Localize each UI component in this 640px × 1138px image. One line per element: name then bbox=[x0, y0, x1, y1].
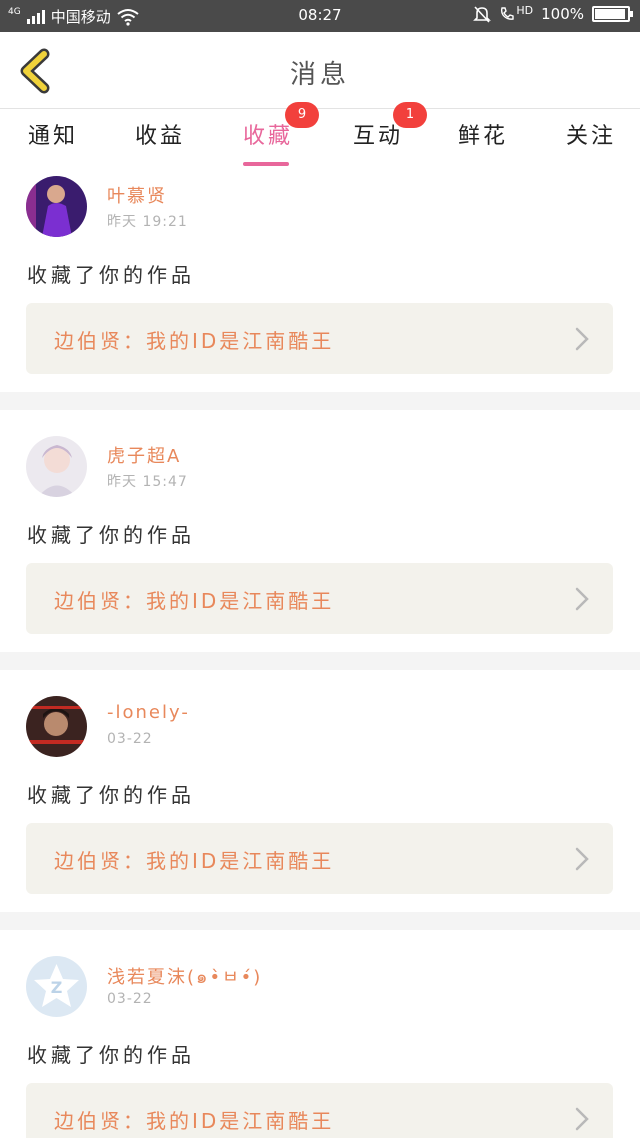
work-title: 边伯贤：我的ID是江南酷王 bbox=[54, 589, 335, 613]
battery-level bbox=[595, 9, 625, 19]
work-link[interactable]: 边伯贤：我的ID是江南酷王 bbox=[26, 823, 613, 894]
nav-header: 消息 bbox=[0, 32, 640, 109]
divider bbox=[0, 912, 640, 930]
tab-favorites[interactable]: 收藏 9 bbox=[243, 102, 319, 166]
tab-label: 互动 bbox=[353, 124, 404, 149]
timestamp: 03-22 bbox=[107, 731, 153, 747]
work-link[interactable]: 边伯贤：我的ID是江南酷王 bbox=[26, 303, 613, 374]
timestamp: 03-22 bbox=[107, 991, 153, 1007]
tab-label: 通知 bbox=[28, 124, 79, 149]
work-title: 边伯贤：我的ID是江南酷王 bbox=[54, 329, 335, 353]
avatar[interactable]: Z bbox=[26, 956, 87, 1017]
svg-text:Z: Z bbox=[51, 978, 63, 997]
bell-off-icon bbox=[473, 6, 492, 23]
tab-follows[interactable]: 关注 bbox=[566, 118, 616, 150]
chevron-right-icon bbox=[575, 587, 589, 611]
username[interactable]: 叶慕贤 bbox=[107, 182, 167, 208]
tab-interactions[interactable]: 互动 1 bbox=[353, 102, 427, 150]
avatar[interactable] bbox=[26, 436, 87, 497]
divider bbox=[0, 392, 640, 410]
chevron-right-icon bbox=[575, 327, 589, 351]
timestamp: 昨天 15:47 bbox=[107, 474, 188, 490]
list-item: -lonely- 03-22 收藏了你的作品 边伯贤：我的ID是江南酷王 bbox=[0, 670, 640, 912]
tab-earnings[interactable]: 收益 bbox=[135, 118, 185, 150]
status-right: HD 100% bbox=[473, 3, 633, 23]
username[interactable]: 浅若夏沫(๑•̀ㅂ•́) bbox=[107, 962, 262, 991]
list-item: 虎子超A 昨天 15:47 收藏了你的作品 边伯贤：我的ID是江南酷王 bbox=[0, 410, 640, 652]
username[interactable]: 虎子超A bbox=[107, 442, 181, 468]
work-title: 边伯贤：我的ID是江南酷王 bbox=[54, 849, 335, 873]
tab-flowers[interactable]: 鲜花 bbox=[458, 118, 508, 150]
tab-notifications[interactable]: 通知 bbox=[28, 118, 78, 150]
work-link[interactable]: 边伯贤：我的ID是江南酷王 bbox=[26, 563, 613, 634]
chevron-right-icon bbox=[575, 1107, 589, 1131]
page-title: 消息 bbox=[289, 60, 350, 90]
action-text: 收藏了你的作品 bbox=[27, 523, 195, 547]
tab-label: 鲜花 bbox=[458, 124, 509, 149]
work-link[interactable]: 边伯贤：我的ID是江南酷王 bbox=[26, 1083, 613, 1138]
action-text: 收藏了你的作品 bbox=[27, 1043, 195, 1067]
avatar[interactable] bbox=[26, 176, 87, 237]
avatar[interactable] bbox=[26, 696, 87, 757]
chevron-right-icon bbox=[575, 847, 589, 871]
message-tabs: 通知 收益 收藏 9 互动 1 鲜花 关注 bbox=[0, 102, 640, 166]
status-bar: 4G 中国移动 08:27 HD 100% bbox=[0, 0, 640, 32]
action-text: 收藏了你的作品 bbox=[27, 263, 195, 287]
list-item: 叶慕贤 昨天 19:21 收藏了你的作品 边伯贤：我的ID是江南酷王 bbox=[0, 166, 640, 392]
hd-label: HD bbox=[516, 3, 534, 17]
divider bbox=[0, 652, 640, 670]
battery-icon bbox=[592, 6, 633, 22]
favorites-feed: 叶慕贤 昨天 19:21 收藏了你的作品 边伯贤：我的ID是江南酷王 虎子超A … bbox=[0, 166, 640, 1138]
tab-label: 关注 bbox=[566, 124, 617, 149]
unread-badge: 9 bbox=[285, 102, 319, 128]
tab-label: 收益 bbox=[135, 124, 186, 149]
timestamp: 昨天 19:21 bbox=[107, 214, 188, 230]
tab-label: 收藏 bbox=[243, 124, 294, 149]
unread-badge: 1 bbox=[393, 102, 427, 128]
action-text: 收藏了你的作品 bbox=[27, 783, 195, 807]
battery-percent: 100% bbox=[541, 5, 584, 23]
hd-call-icon: HD bbox=[499, 3, 534, 22]
username[interactable]: -lonely- bbox=[107, 702, 190, 723]
work-title: 边伯贤：我的ID是江南酷王 bbox=[54, 1109, 335, 1133]
list-item: Z 浅若夏沫(๑•̀ㅂ•́) 03-22 收藏了你的作品 边伯贤：我的ID是江南… bbox=[0, 930, 640, 1138]
